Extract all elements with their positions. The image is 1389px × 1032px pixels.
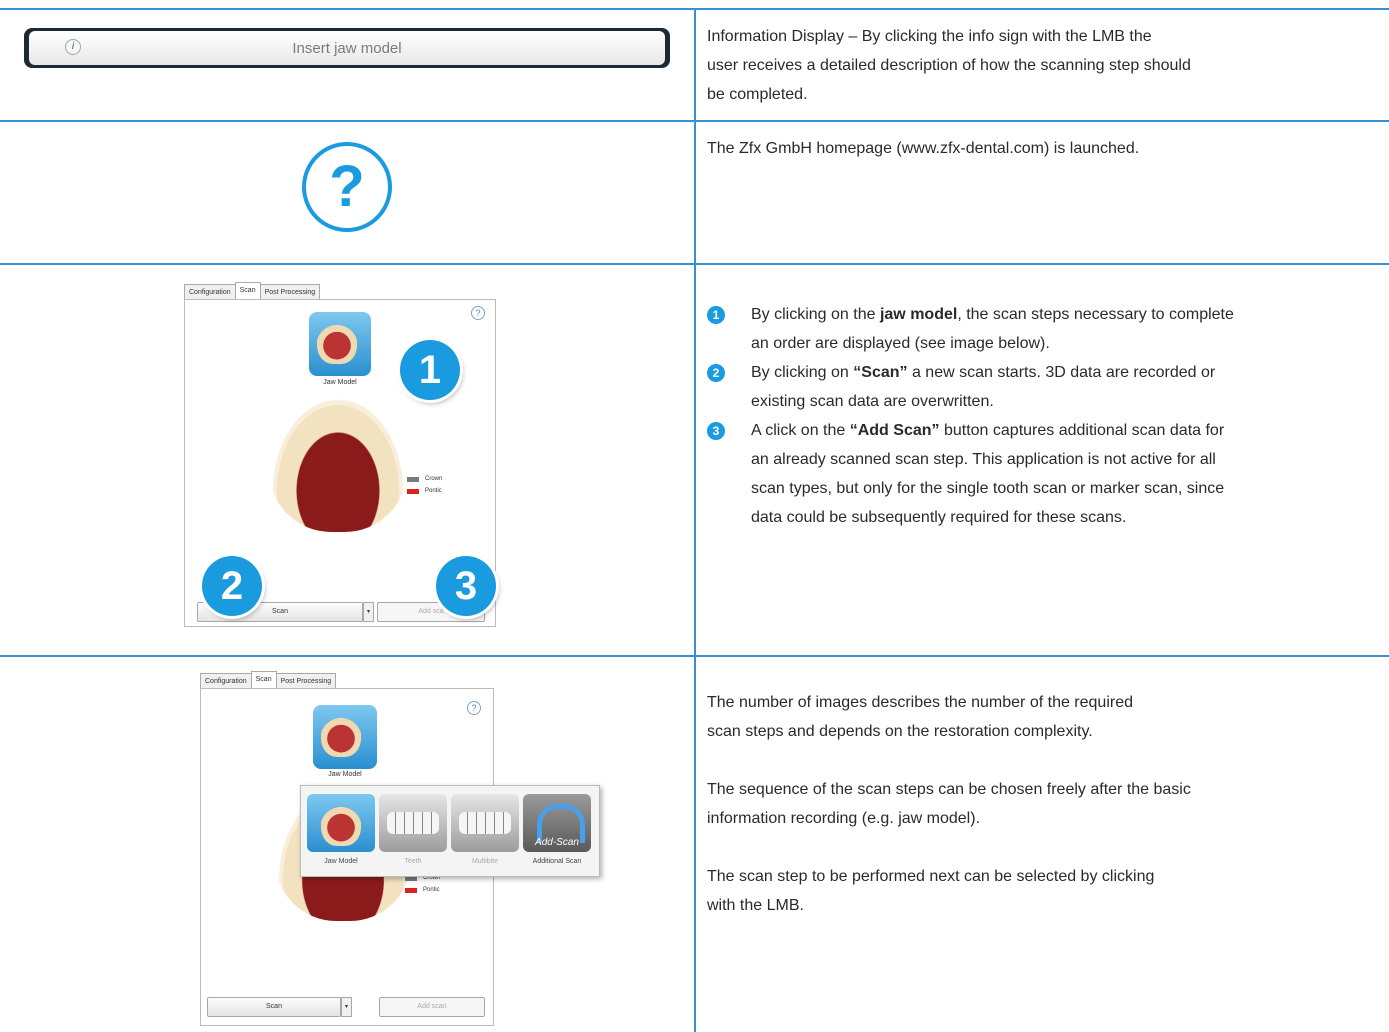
row2-description: The Zfx GmbH homepage (www.zfx-dental.co… (707, 134, 1139, 163)
legend-crown: Crown (407, 476, 442, 482)
legend-swatch (407, 476, 419, 482)
scan-button[interactable]: Scan (207, 997, 341, 1017)
jaw-model-thumbnail[interactable] (309, 312, 371, 376)
callout-badge-1: 1 (400, 340, 460, 400)
row4-description: The number of images describes the numbe… (707, 688, 1191, 920)
tab-bar: Configuration Scan Post Processing (200, 671, 337, 689)
help-question-icon[interactable]: ? (302, 142, 392, 232)
scan-step-multibite[interactable] (451, 794, 519, 852)
row1-line: user receives a detailed description of … (707, 57, 1191, 74)
legend-pontic: Pontic (407, 488, 442, 494)
row1-line: Information Display – By clicking the in… (707, 28, 1152, 45)
number-badge: 2 (707, 364, 725, 382)
row4-line: The sequence of the scan steps can be ch… (707, 781, 1191, 798)
callout-badge-2: 2 (202, 556, 262, 616)
scan-steps-screenshot: Configuration Scan Post Processing ? Jaw… (200, 671, 600, 1028)
list-item: 3 A click on the “Add Scan” button captu… (707, 416, 1367, 532)
scan-dropdown-arrow[interactable]: ▾ (341, 997, 352, 1017)
scan-step-additional-scan[interactable]: Add-Scan (523, 794, 591, 852)
help-icon[interactable]: ? (467, 701, 481, 715)
list-item: 1 By clicking on the jaw model, the scan… (707, 300, 1367, 358)
jaw-model-thumbnail[interactable] (313, 705, 377, 769)
tab-post-processing[interactable]: Post Processing (259, 284, 321, 300)
numbered-instructions: 1 By clicking on the jaw model, the scan… (707, 300, 1367, 532)
scan-step-teeth[interactable] (379, 794, 447, 852)
row4-line: scan steps and depends on the restoratio… (707, 723, 1093, 740)
scan-step-caption: Jaw Model (324, 858, 358, 865)
tab-configuration[interactable]: Configuration (200, 673, 252, 689)
info-bar-label: Insert jaw model (292, 40, 402, 57)
legend-swatch (405, 887, 417, 893)
scan-step-jaw-model[interactable] (307, 794, 375, 852)
scan-tab-screenshot: Configuration Scan Post Processing ? Jaw… (184, 282, 504, 628)
row1-line: be completed. (707, 86, 808, 103)
jaw-model-caption: Jaw Model (323, 379, 357, 386)
jaw-model-caption: Jaw Model (328, 771, 362, 778)
row4-line: information recording (e.g. jaw model). (707, 810, 981, 827)
number-badge: 3 (707, 422, 725, 440)
scan-dropdown-arrow[interactable]: ▾ (363, 602, 374, 622)
scan-step-caption: Teeth (404, 858, 422, 865)
row4-line: The number of images describes the numbe… (707, 694, 1134, 711)
tab-post-processing[interactable]: Post Processing (275, 673, 337, 689)
callout-badge-3: 3 (436, 556, 496, 616)
document-page: i Insert jaw model Information Display –… (0, 0, 1389, 1032)
tab-configuration[interactable]: Configuration (184, 284, 236, 300)
jaw-model-view (269, 394, 407, 532)
legend-pontic: Pontic (405, 887, 440, 893)
add-scan-button[interactable]: Add scan (379, 997, 485, 1017)
tab-scan[interactable]: Scan (234, 282, 261, 300)
row4-line: The scan step to be performed next can b… (707, 868, 1155, 885)
scan-step-caption: Additional Scan (532, 858, 582, 865)
scan-steps-popup: Add-Scan Jaw Model Teeth Multibite Addit… (300, 785, 600, 877)
legend-swatch (407, 488, 419, 494)
scan-step-caption: Multibite (471, 858, 499, 865)
row2-line: The Zfx GmbH homepage (www.zfx-dental.co… (707, 140, 1140, 157)
row4-line: with the LMB. (707, 897, 804, 914)
tab-scan[interactable]: Scan (250, 671, 277, 689)
information-display-bar: i Insert jaw model (24, 28, 670, 68)
tab-bar: Configuration Scan Post Processing (184, 282, 321, 300)
number-badge: 1 (707, 306, 725, 324)
help-icon[interactable]: ? (471, 306, 485, 320)
list-item: 2 By clicking on “Scan” a new scan start… (707, 358, 1367, 416)
row1-description: Information Display – By clicking the in… (707, 22, 1191, 109)
column-divider (694, 8, 696, 1032)
